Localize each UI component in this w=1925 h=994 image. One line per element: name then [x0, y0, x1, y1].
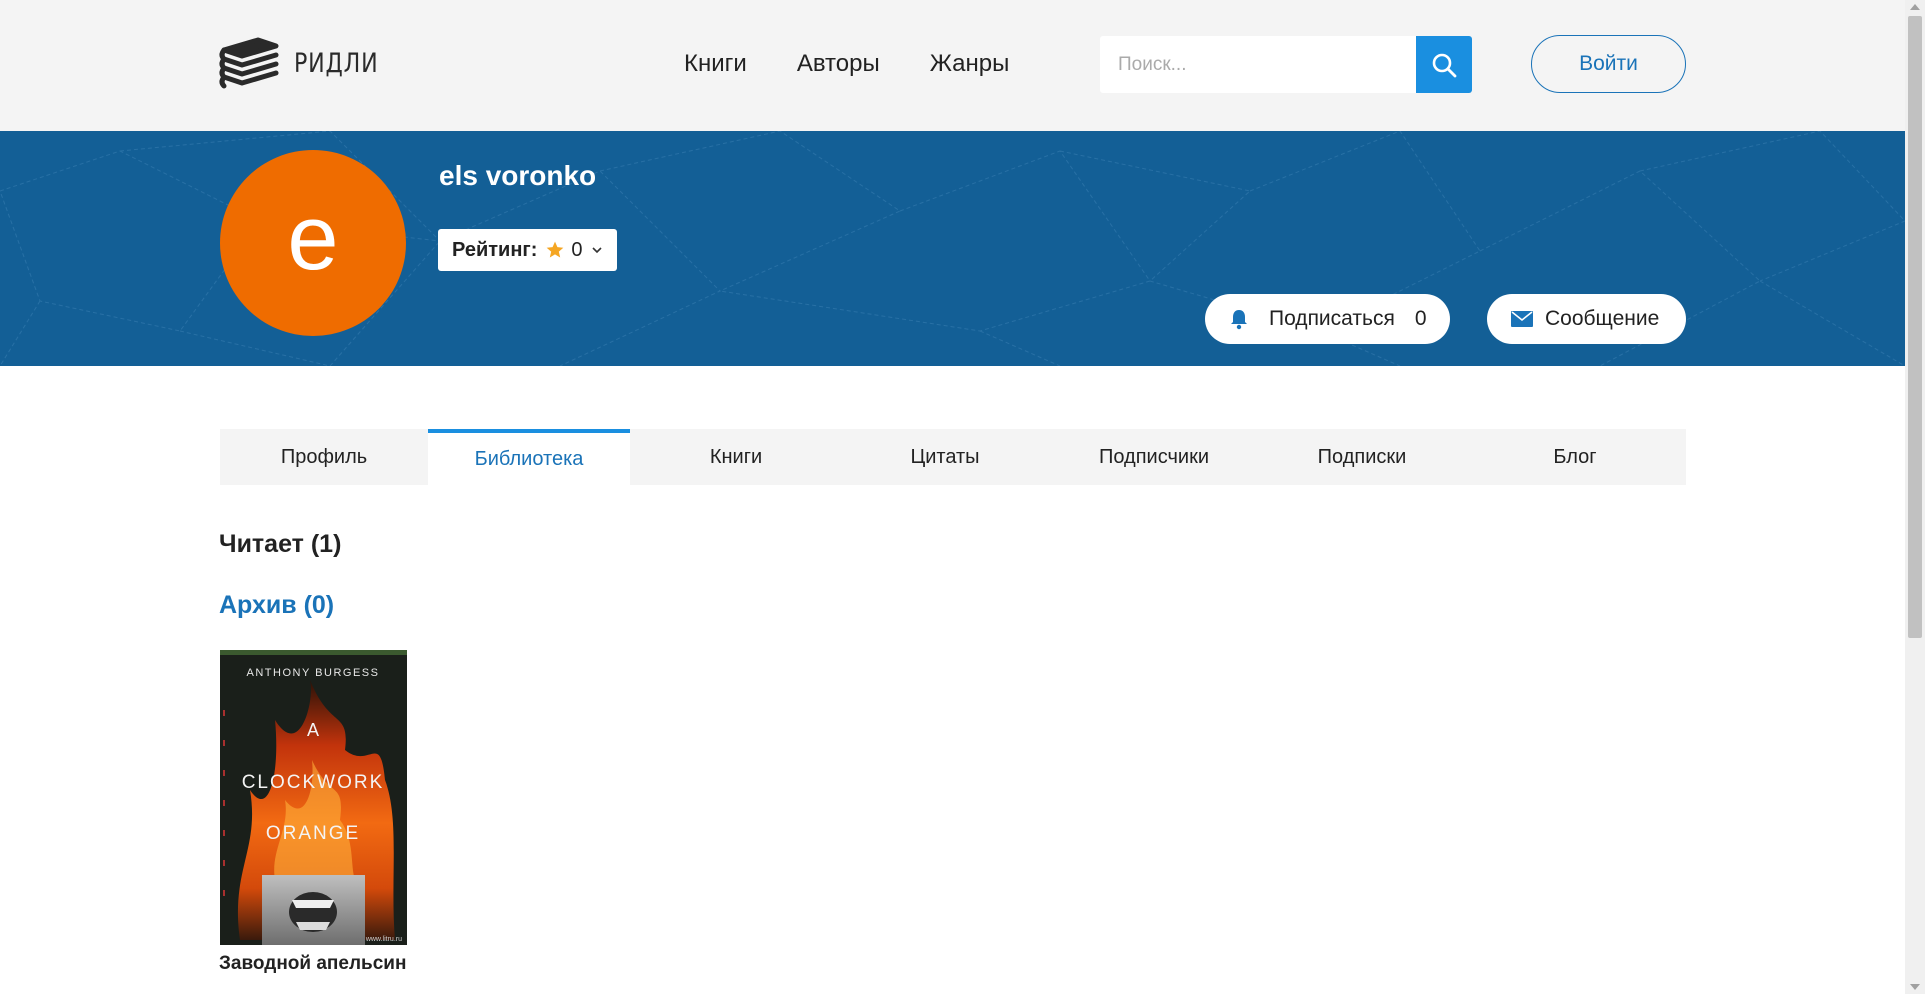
bell-icon [1231, 310, 1247, 330]
tab-blog[interactable]: Блог [1464, 429, 1686, 485]
avatar: e [220, 150, 406, 336]
page-scrollbar[interactable] [1905, 0, 1925, 994]
scroll-thumb[interactable] [1908, 16, 1922, 638]
profile-username: els voronko [439, 160, 597, 191]
search-icon [1432, 53, 1457, 77]
search-box [1100, 36, 1472, 93]
cover-title-line2: CLOCKWORK [242, 772, 385, 793]
scroll-up-arrow-icon[interactable] [1910, 4, 1920, 10]
subscribe-button[interactable]: Подписаться 0 [1205, 294, 1450, 344]
tab-profile[interactable]: Профиль [220, 429, 428, 485]
site-header: РИДЛИ Книги Авторы Жанры Войти [0, 0, 1905, 131]
cover-title-line1: A [307, 720, 319, 740]
scroll-down-arrow-icon[interactable] [1910, 984, 1920, 990]
cover-author: ANTHONY BURGESS [247, 667, 380, 679]
archive-link[interactable]: Архив (0) [219, 591, 334, 620]
cover-title-line3: ORANGE [266, 823, 360, 844]
login-button[interactable]: Войти [1531, 35, 1686, 93]
message-label: Сообщение [1545, 307, 1660, 330]
rating-dropdown[interactable]: Рейтинг: 0 [438, 229, 617, 271]
tab-books[interactable]: Книги [630, 429, 842, 485]
book-title[interactable]: Заводной апельсин [219, 953, 419, 975]
cover-watermark: www.litru.ru [365, 936, 402, 943]
search-input[interactable] [1100, 36, 1416, 93]
rating-label: Рейтинг: [452, 238, 538, 261]
avatar-letter: e [287, 187, 339, 289]
subscribers-count: 0 [1414, 307, 1427, 330]
site-logo[interactable]: РИДЛИ [218, 36, 397, 90]
main-nav: Книги Авторы Жанры [684, 50, 1059, 78]
chevron-down-icon [591, 247, 602, 254]
profile-tabs: Профиль Библиотека Книги Цитаты Подписчи… [220, 429, 1686, 485]
books-stack-icon [219, 37, 279, 89]
search-button[interactable] [1416, 36, 1472, 93]
nav-genres[interactable]: Жанры [930, 50, 1010, 78]
tab-quotes[interactable]: Цитаты [842, 429, 1048, 485]
reading-heading: Читает (1) [219, 530, 342, 558]
tab-library[interactable]: Библиотека [428, 429, 630, 485]
nav-books[interactable]: Книги [684, 50, 747, 78]
message-button[interactable]: Сообщение [1487, 294, 1686, 344]
envelope-icon [1511, 311, 1533, 327]
tab-followers[interactable]: Подписчики [1048, 429, 1260, 485]
logo-text: РИДЛИ [294, 47, 379, 79]
book-cover[interactable]: ANTHONY BURGESS A CLOCKWORK ORANGE www.l… [220, 650, 407, 945]
rating-value: 0 [571, 238, 583, 261]
tab-following[interactable]: Подписки [1260, 429, 1464, 485]
nav-authors[interactable]: Авторы [797, 50, 880, 78]
book-cover-art: ANTHONY BURGESS A CLOCKWORK ORANGE www.l… [220, 650, 407, 945]
star-icon [547, 241, 564, 258]
subscribe-label: Подписаться [1269, 307, 1395, 330]
